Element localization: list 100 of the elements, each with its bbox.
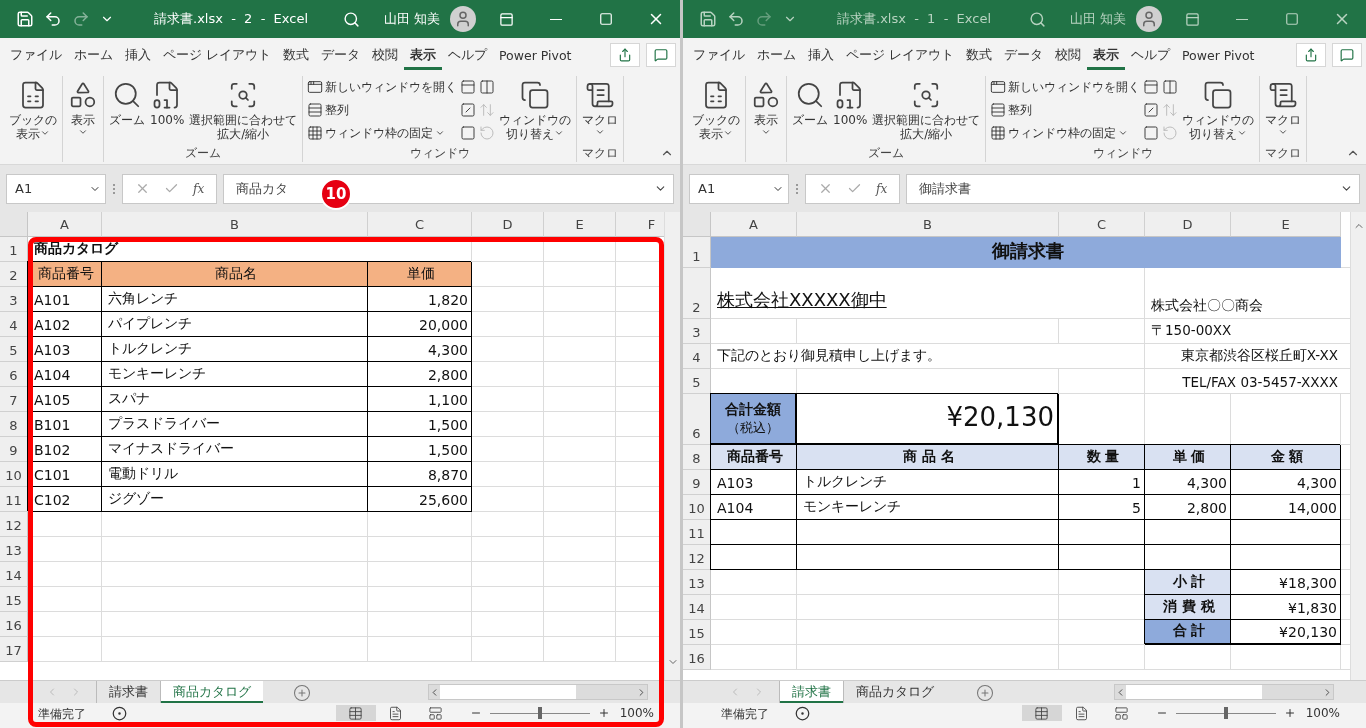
column-header[interactable]: D [1145, 212, 1231, 237]
ribbon-tab[interactable]: ヘルプ [1125, 40, 1176, 70]
ribbon-button[interactable]: ウィンドウの 切り替え [1180, 76, 1257, 145]
sheet-tab[interactable]: 商品カタログ [160, 681, 263, 703]
row-number[interactable]: 9 [683, 470, 711, 495]
row-number[interactable]: 10 [683, 495, 711, 520]
row-number[interactable]: 6 [683, 394, 711, 445]
ribbon-tab[interactable]: データ [315, 40, 366, 70]
ribbon-button[interactable]: 表示 [749, 76, 783, 148]
zoom-in-icon[interactable] [597, 707, 610, 719]
ribbon-tab[interactable]: ページ レイアウト [840, 40, 960, 70]
share-button[interactable] [610, 43, 640, 67]
ribbon-tab[interactable]: Power Pivot [493, 41, 578, 69]
add-sheet-icon[interactable] [293, 684, 311, 702]
slider-thumb[interactable] [537, 707, 542, 719]
row-number[interactable]: 8 [683, 445, 711, 470]
column-header[interactable]: E [544, 212, 616, 237]
row-number[interactable]: 4 [0, 312, 28, 337]
name-box[interactable]: A1 [689, 173, 789, 204]
ribbon-tab[interactable]: Power Pivot [1176, 41, 1261, 69]
ribbon-tab[interactable]: 数式 [277, 40, 315, 70]
column-header[interactable]: C [1059, 212, 1145, 237]
row-number[interactable]: 6 [0, 362, 28, 387]
row-number[interactable]: 14 [0, 562, 28, 587]
horizontal-scrollbar[interactable] [428, 684, 648, 700]
redo-icon[interactable] [72, 10, 90, 28]
ribbon-tab[interactable]: ページ レイアウト [157, 40, 277, 70]
ribbon-button[interactable]: マクロ [1263, 76, 1304, 145]
column-header[interactable]: B [797, 212, 1059, 237]
add-sheet-icon[interactable] [976, 684, 994, 702]
row-number[interactable]: 3 [0, 287, 28, 312]
ribbon-button[interactable]: ウィンドウの 切り替え [497, 76, 574, 145]
cancel-icon[interactable] [135, 181, 150, 196]
ribbon-button[interactable]: 100% [831, 76, 870, 145]
ribbon-button[interactable]: ブックの 表示 [7, 76, 59, 148]
formula-field[interactable]: 御請求書 [906, 173, 1360, 204]
ribbon-button[interactable]: 整列 [306, 99, 459, 121]
column-header[interactable]: E [1231, 212, 1341, 237]
name-box[interactable]: A1 [6, 173, 106, 204]
horizontal-scrollbar[interactable] [1114, 684, 1334, 700]
row-number[interactable]: 8 [0, 412, 28, 437]
view-button[interactable] [335, 705, 376, 721]
row-number[interactable]: 12 [683, 545, 711, 570]
row-number[interactable]: 11 [683, 520, 711, 545]
column-header[interactable]: B [102, 212, 368, 237]
sheet-tab[interactable]: 請求書 [779, 681, 843, 703]
row-number[interactable]: 5 [0, 337, 28, 362]
ribbon-tab[interactable]: ホーム [68, 40, 119, 70]
record-icon[interactable] [795, 706, 810, 721]
row-number[interactable]: 2 [0, 262, 28, 287]
ribbon-tab[interactable]: 挿入 [802, 40, 840, 70]
ribbon-button[interactable]: 新しいウィンドウを開く [989, 76, 1142, 98]
row-number[interactable]: 13 [683, 570, 711, 595]
ribbon-tab[interactable]: 表示 [1087, 40, 1125, 70]
column-header[interactable]: A [28, 212, 102, 237]
ribbon-button[interactable]: 表示 [66, 76, 100, 148]
slider-thumb[interactable] [1223, 707, 1228, 719]
row-number[interactable]: 4 [683, 344, 711, 369]
ribbon-button[interactable]: ブックの 表示 [690, 76, 742, 148]
vertical-scrollbar[interactable] [664, 212, 680, 680]
row-number[interactable]: 15 [0, 587, 28, 612]
cancel-icon[interactable] [818, 181, 833, 196]
row-number[interactable]: 3 [683, 319, 711, 344]
ribbon-button[interactable]: ウィンドウ枠の固定 [989, 122, 1142, 144]
record-icon[interactable] [112, 706, 127, 721]
row-number[interactable]: 12 [0, 512, 28, 537]
redo-icon[interactable] [755, 10, 773, 28]
row-number[interactable]: 9 [0, 437, 28, 462]
view-button[interactable] [1021, 705, 1062, 721]
zoom-in-icon[interactable] [1283, 707, 1296, 719]
column-header[interactable]: F [616, 212, 664, 237]
column-header[interactable]: C [368, 212, 472, 237]
ribbon-button[interactable]: 新しいウィンドウを開く [306, 76, 459, 98]
row-number[interactable]: 1 [683, 237, 711, 268]
ribbon-button[interactable]: 選択範囲に合わせて 拡大/縮小 [870, 76, 983, 145]
function-button[interactable]: fx [876, 181, 888, 196]
row-number[interactable]: 2 [683, 268, 711, 319]
ribbon-tab[interactable]: 校閲 [1049, 40, 1087, 70]
column-header[interactable]: A [711, 212, 797, 237]
row-number[interactable]: 17 [0, 637, 28, 662]
ribbon-tab[interactable]: ヘルプ [442, 40, 493, 70]
row-number[interactable]: 11 [0, 487, 28, 512]
search-icon[interactable] [1028, 10, 1046, 28]
ribbon-button[interactable]: ウィンドウ枠の固定 [306, 122, 459, 144]
comment-button[interactable] [646, 43, 676, 67]
ribbon-tab[interactable]: 挿入 [119, 40, 157, 70]
ribbon-tab[interactable]: 校閲 [366, 40, 404, 70]
ribbon-tab[interactable]: ファイル [4, 40, 68, 70]
ribbon-button[interactable]: 整列 [989, 99, 1142, 121]
vertical-scrollbar[interactable] [1350, 212, 1366, 680]
row-number[interactable]: 7 [0, 387, 28, 412]
row-number[interactable]: 5 [683, 369, 711, 394]
column-header[interactable]: D [472, 212, 544, 237]
undo-icon[interactable] [44, 10, 62, 28]
row-number[interactable]: 16 [683, 645, 711, 670]
ribbon-tab[interactable]: ファイル [687, 40, 751, 70]
share-button[interactable] [1296, 43, 1326, 67]
ribbon-tab[interactable]: 表示 [404, 40, 442, 70]
ribbon-button[interactable]: ズーム [790, 76, 830, 145]
ribbon-button[interactable]: ズーム [107, 76, 147, 145]
